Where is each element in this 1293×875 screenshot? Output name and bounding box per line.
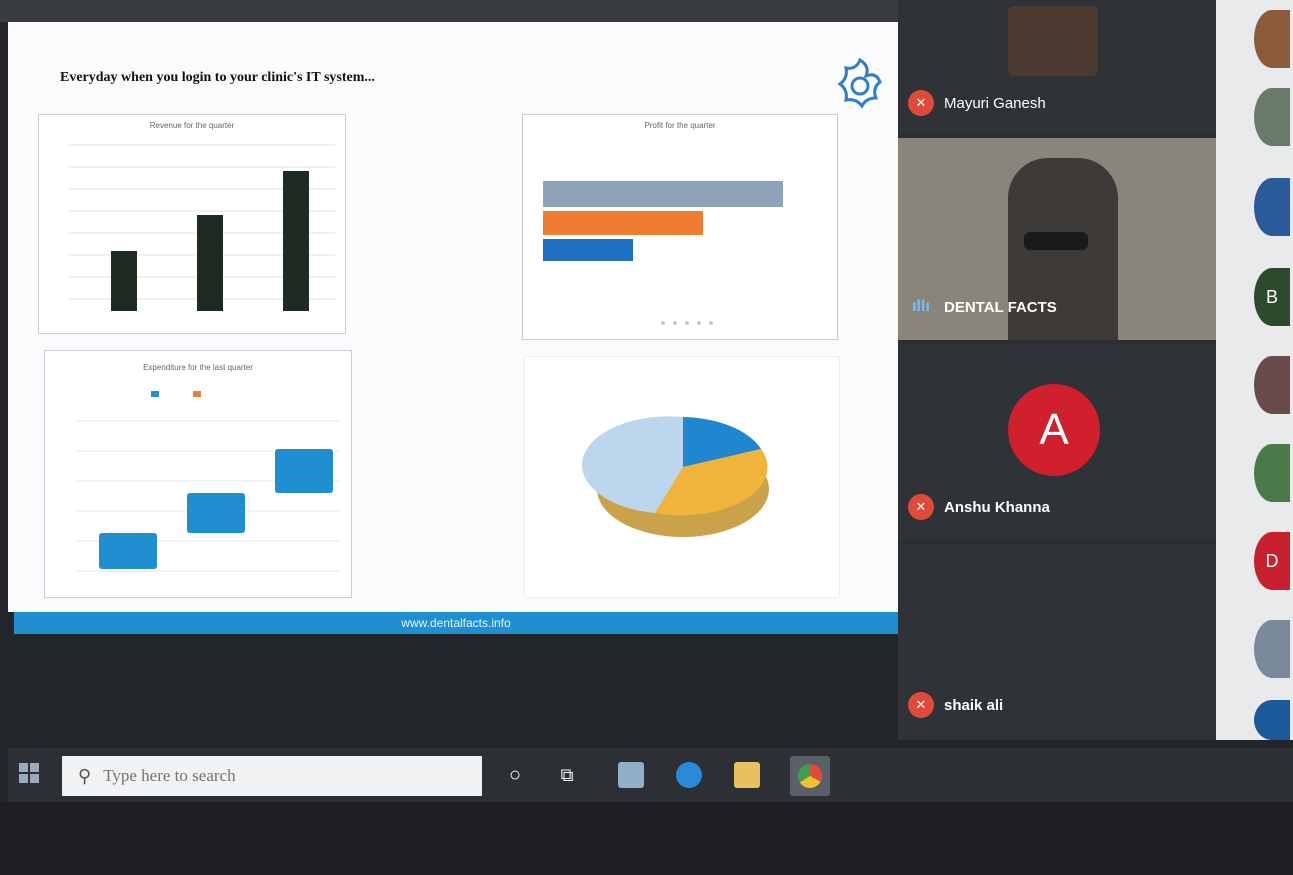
revenue-bar <box>283 171 309 311</box>
participant-tile[interactable]: ✕ shaik ali <box>898 544 1216 740</box>
expenditure-chart: Expenditure for the last quarter <box>44 350 352 598</box>
screen: Everyday when you login to your clinic's… <box>0 0 1293 875</box>
avatar[interactable]: D <box>1254 532 1290 590</box>
participant-tile[interactable]: A ✕ Anshu Khanna <box>898 344 1216 540</box>
revenue-bar <box>111 251 137 311</box>
participant-name: Anshu Khanna <box>944 498 1050 516</box>
sunglasses <box>1024 232 1088 250</box>
search-input[interactable] <box>101 765 426 787</box>
profit-chart: Profit for the quarter <box>522 114 838 340</box>
windows-start-icon[interactable] <box>18 762 42 786</box>
windows-taskbar: ⚲ ○ ⧉ <box>8 748 1293 802</box>
avatar[interactable] <box>1254 356 1290 414</box>
participant-name: DENTAL FACTS <box>944 298 1057 316</box>
mic-off-icon: ✕ <box>908 494 934 520</box>
profit-bar <box>543 239 633 261</box>
search-icon: ⚲ <box>78 765 92 786</box>
avatar[interactable] <box>1254 88 1290 146</box>
task-view-icon[interactable]: ⧉ <box>554 762 580 788</box>
photos-icon[interactable] <box>618 762 644 788</box>
participant-name: Mayuri Ganesh <box>944 94 1046 112</box>
expenditure-bar <box>275 449 333 493</box>
side-participant-strip: B D ? <box>1216 0 1293 781</box>
participant-video <box>1008 6 1098 76</box>
chrome-icon[interactable] <box>790 756 830 796</box>
avatar: A <box>1008 384 1100 476</box>
expenditure-bar <box>187 493 245 533</box>
participant-tile[interactable]: ıllı DENTAL FACTS <box>898 138 1216 340</box>
revenue-chart: Revenue for the quarter <box>38 114 346 334</box>
participant-tile[interactable]: ✕ Mayuri Ganesh <box>898 0 1216 134</box>
revenue-bar <box>197 215 223 311</box>
speaking-indicator-icon: ıllı <box>912 298 930 315</box>
avatar[interactable] <box>1254 700 1290 740</box>
share-pie-chart <box>524 356 840 598</box>
edge-icon[interactable] <box>676 762 702 788</box>
profit-bar <box>543 211 703 235</box>
expenditure-bar <box>99 533 157 569</box>
slide-footer-url: www.dentalfacts.info <box>401 616 511 630</box>
bottom-bezel <box>0 802 1293 875</box>
slide-footer-bar: www.dentalfacts.info <box>14 612 898 634</box>
avatar[interactable] <box>1254 178 1290 236</box>
shared-slide: Everyday when you login to your clinic's… <box>8 22 898 612</box>
dental-facts-logo-icon <box>837 57 882 109</box>
avatar[interactable] <box>1254 620 1290 678</box>
mic-off-icon: ✕ <box>908 692 934 718</box>
slide-title: Everyday when you login to your clinic's… <box>60 70 375 85</box>
file-explorer-icon[interactable] <box>734 762 760 788</box>
participants-panel: ✕ Mayuri Ganesh ıllı DENTAL FACTS A ✕ An… <box>898 0 1216 740</box>
profit-bar <box>543 181 783 207</box>
avatar[interactable] <box>1254 10 1290 68</box>
taskbar-search-box[interactable]: ⚲ <box>62 756 482 796</box>
cortana-icon[interactable]: ○ <box>502 762 528 788</box>
participant-name: shaik ali <box>944 696 1004 714</box>
avatar[interactable] <box>1254 444 1290 502</box>
avatar[interactable]: B <box>1254 268 1290 326</box>
mic-off-icon: ✕ <box>908 90 934 116</box>
